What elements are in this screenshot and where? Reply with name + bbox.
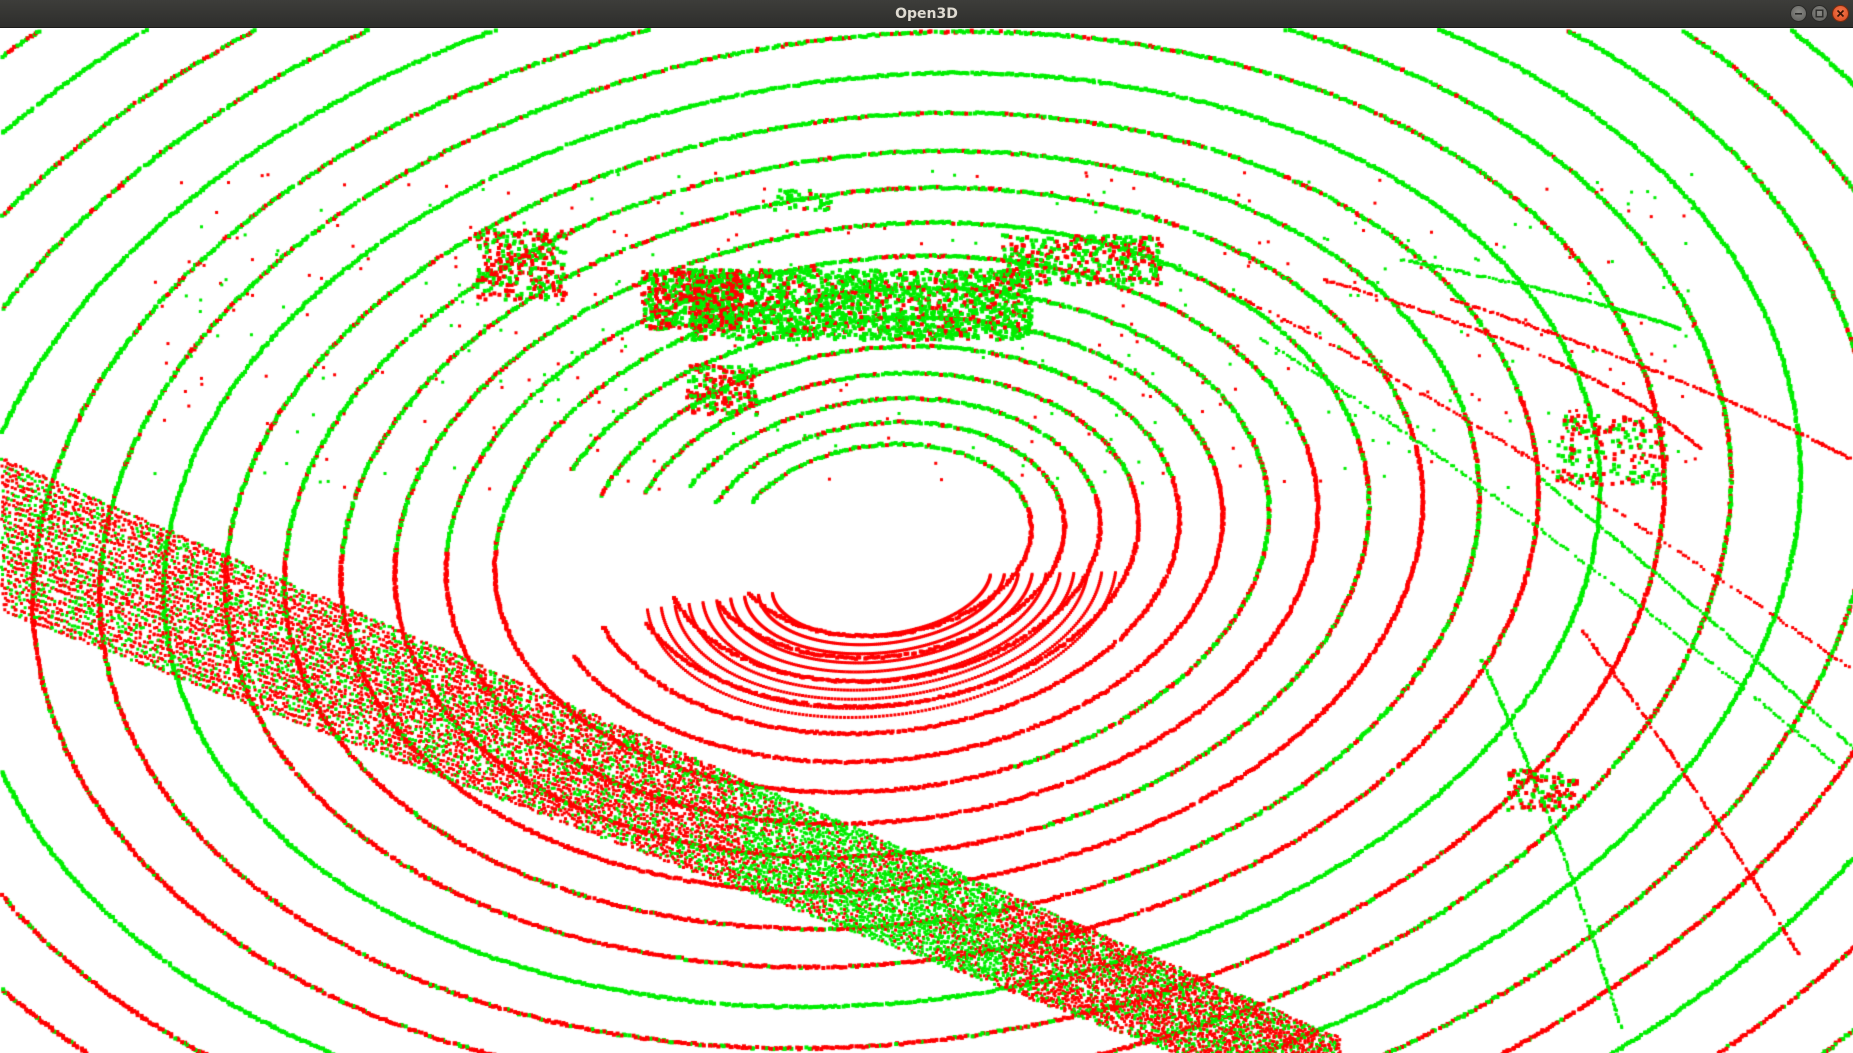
close-button[interactable] bbox=[1832, 5, 1849, 22]
close-icon bbox=[1836, 9, 1845, 18]
point-cloud-viewport[interactable] bbox=[0, 28, 1853, 1053]
window-controls bbox=[1790, 5, 1849, 23]
open3d-window: Open3D bbox=[0, 0, 1853, 1053]
maximize-icon bbox=[1815, 9, 1824, 18]
minimize-icon bbox=[1795, 13, 1802, 15]
point-cloud-canvas[interactable] bbox=[0, 28, 1853, 1053]
window-titlebar[interactable]: Open3D bbox=[0, 0, 1853, 28]
minimize-button[interactable] bbox=[1790, 5, 1807, 22]
window-title: Open3D bbox=[895, 6, 958, 22]
maximize-button[interactable] bbox=[1811, 5, 1828, 22]
